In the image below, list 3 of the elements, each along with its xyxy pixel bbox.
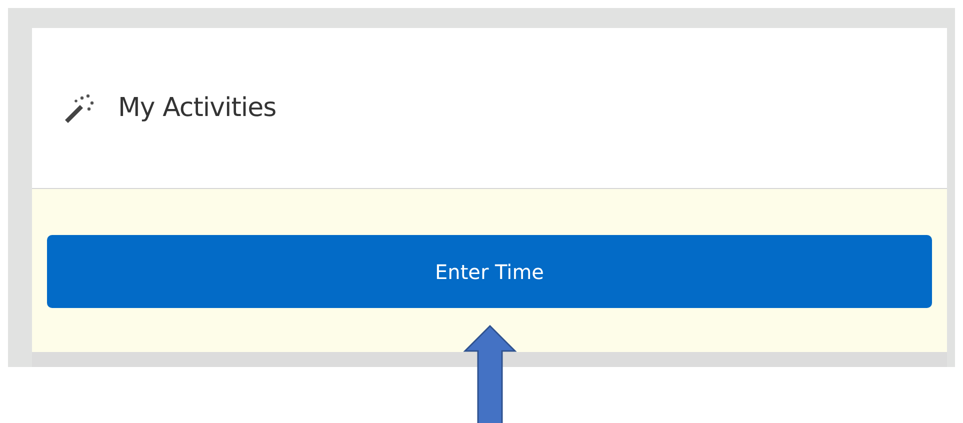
enter-time-button[interactable]: Enter Time [47, 235, 932, 308]
card-title: My Activities [118, 93, 276, 123]
up-arrow-icon [463, 325, 517, 423]
